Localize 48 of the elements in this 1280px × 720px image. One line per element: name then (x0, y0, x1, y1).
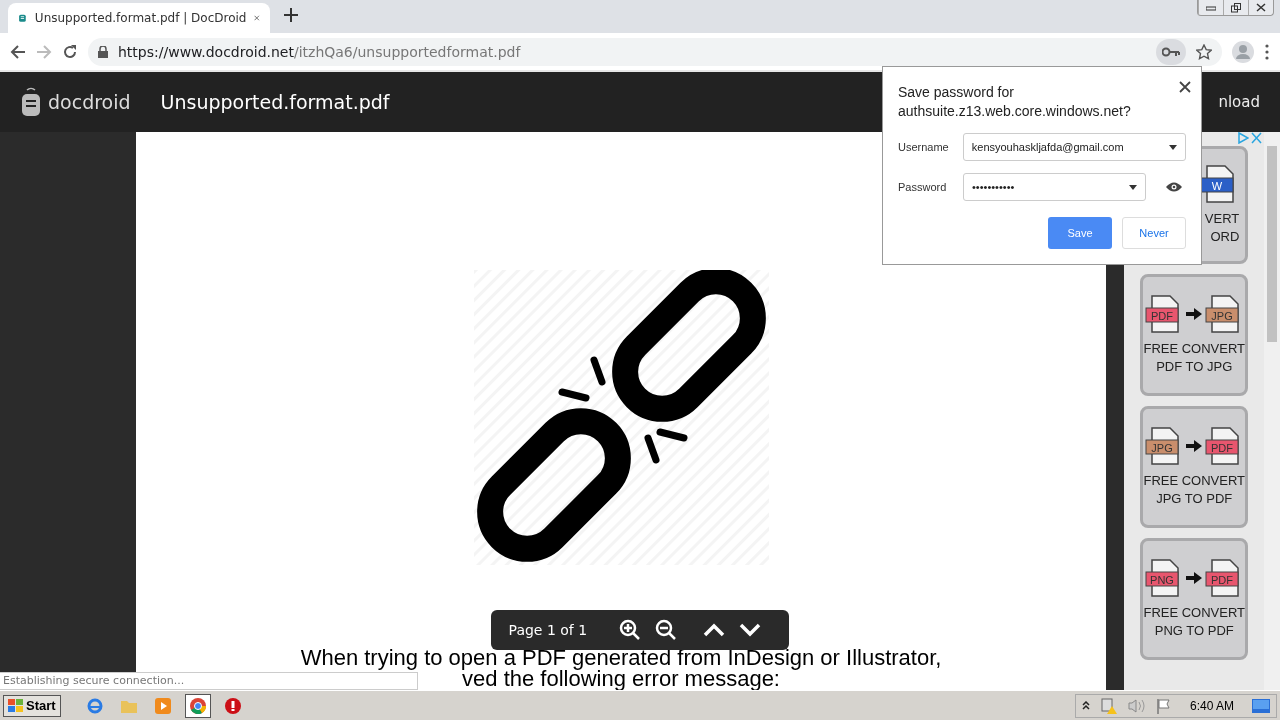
scrollbar[interactable] (1264, 132, 1280, 690)
browser-tab[interactable]: Unsupported.format.pdf | DocDroid (8, 3, 270, 33)
dropdown-caret-icon[interactable] (1129, 184, 1137, 190)
dropdown-caret-icon[interactable] (1169, 144, 1177, 150)
page-indicator: Page 1 of 1 (508, 622, 588, 638)
document-text: When trying to open a PDF generated from InDesign or Illustrator, (300, 647, 942, 668)
field-label: Password (898, 181, 948, 193)
ad-banner[interactable]: JPG PDF FREE CONVERT JPG TO PDF (1140, 406, 1249, 528)
chrome-icon[interactable] (184, 693, 211, 718)
address-bar[interactable]: https://www.docdroid.net/itzhQa6/unsupportedformat.pdf (88, 37, 1222, 66)
dialog-title: Save password for authsuite.z13.web.core.windows.net? (898, 83, 1132, 121)
chevron-down-icon[interactable] (739, 623, 762, 637)
username-field[interactable]: kensyouhaskljafda@gmail.com (962, 133, 1186, 161)
broken-link-icon (473, 270, 769, 565)
ad-banner[interactable]: PNG PDF FREE CONVERT PNG TO PDF (1140, 538, 1249, 660)
download-link[interactable]: nload (1218, 93, 1260, 111)
ad-text: FREE CONVERT PNG TO PDF (1143, 604, 1246, 640)
lock-icon (98, 45, 108, 58)
show-desktop-icon[interactable] (1252, 698, 1270, 713)
key-icon[interactable] (1156, 38, 1186, 65)
zoom-in-icon[interactable] (619, 619, 642, 641)
ad-text: FREE CONVERT PDF TO JPG (1143, 340, 1246, 376)
flag-icon[interactable] (1155, 697, 1172, 714)
star-icon[interactable] (1196, 43, 1212, 60)
windows-logo-icon (8, 698, 24, 713)
arrow-icon (1186, 308, 1203, 320)
back-icon[interactable] (10, 43, 26, 60)
ad-text: VERT ORD (1204, 210, 1240, 246)
eye-icon[interactable] (1166, 182, 1182, 192)
ad-text: FREE CONVERT JPG TO PDF (1143, 472, 1246, 508)
logo-text[interactable]: docdroid (48, 91, 131, 113)
ad-banner[interactable]: PDF JPG FREE CONVERT PDF TO JPG (1140, 274, 1249, 396)
menu-icon[interactable] (1264, 43, 1270, 60)
zoom-out-icon[interactable] (655, 619, 678, 641)
field-label: Username (898, 141, 950, 153)
document-title: Unsupported.format.pdf (160, 91, 390, 113)
password-field[interactable]: ••••••••••• (963, 173, 1146, 201)
arrow-icon (1186, 440, 1203, 452)
start-button[interactable]: Start (3, 694, 61, 717)
profile-icon[interactable] (1232, 40, 1254, 63)
status-bubble: Establishing secure connection... (0, 672, 418, 690)
chevron-up-icon[interactable] (1081, 700, 1090, 711)
clock[interactable]: 6:40 AM (1189, 698, 1234, 713)
url-text: https://www.docdroid.net/itzhQa6/unsupportedformat.pdf (118, 43, 521, 60)
robot-icon (20, 86, 42, 118)
reload-icon[interactable] (62, 43, 78, 60)
dialog-button[interactable]: Never (1122, 217, 1186, 249)
arrow-icon (1186, 572, 1203, 584)
